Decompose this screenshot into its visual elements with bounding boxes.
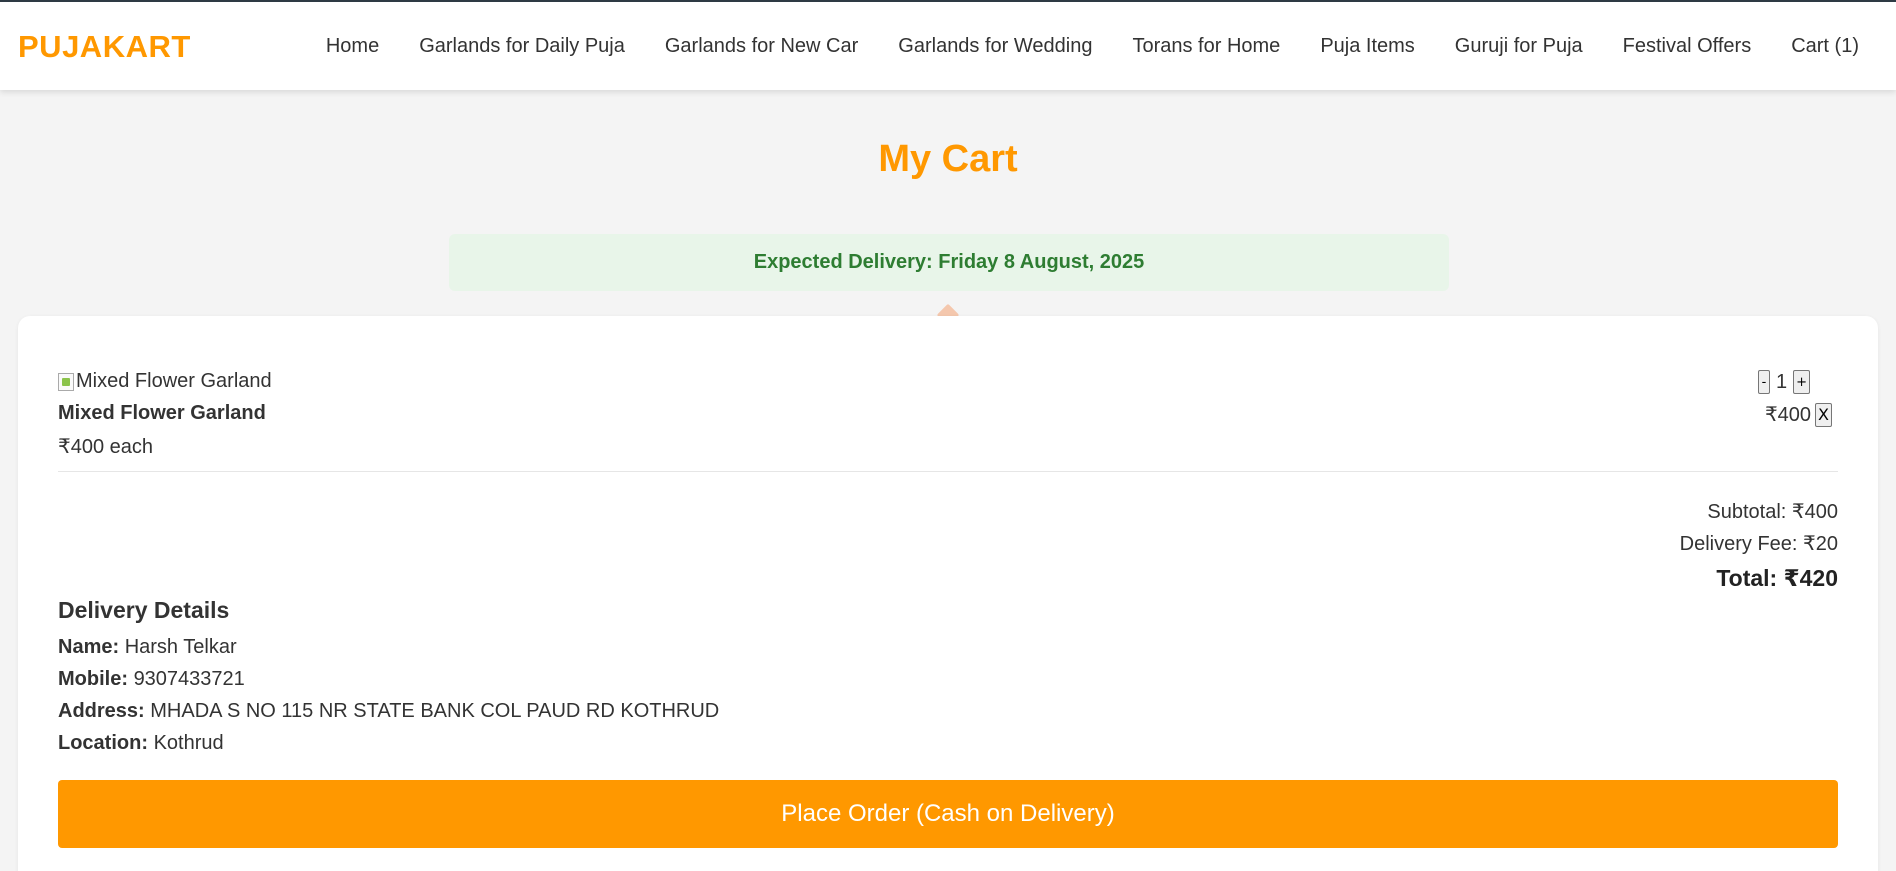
name-value: Harsh Telkar xyxy=(124,636,237,658)
order-total: Total: ₹420 xyxy=(1716,565,1838,591)
broken-image-icon xyxy=(58,372,74,391)
increase-quantity-button[interactable]: + xyxy=(1793,370,1810,394)
quantity-value: 1 xyxy=(1775,370,1788,393)
delivery-details-heading: Delivery Details xyxy=(58,597,230,623)
address-label: Address: xyxy=(58,700,145,722)
delivery-location: Location: Kothrud xyxy=(58,732,224,755)
nav-garlands-wedding[interactable]: Garlands for Wedding xyxy=(898,35,1092,58)
delivery-address: Address: MHADA S NO 115 NR STATE BANK CO… xyxy=(58,700,719,723)
cart-card: Mixed Flower Garland Mixed Flower Garlan… xyxy=(18,316,1878,871)
name-label: Name: xyxy=(58,636,120,658)
delivery-fee: Delivery Fee: ₹20 xyxy=(1679,533,1838,555)
location-value: Kothrud xyxy=(153,732,224,754)
page-title: My Cart xyxy=(878,138,1018,180)
line-total-row: ₹400 X xyxy=(1765,402,1832,427)
decrease-quantity-button[interactable]: - xyxy=(1757,370,1770,394)
mobile-label: Mobile: xyxy=(58,668,128,690)
main-nav: Home Garlands for Daily Puja Garlands fo… xyxy=(286,35,1859,58)
product-name: Mixed Flower Garland xyxy=(58,402,266,424)
order-summary: Subtotal: ₹400 Delivery Fee: ₹20 Total: … xyxy=(1680,496,1838,594)
line-total: ₹400 xyxy=(1764,404,1812,426)
nav-garlands-daily-puja[interactable]: Garlands for Daily Puja xyxy=(419,35,625,58)
product-unit-price: ₹400 each xyxy=(58,436,154,458)
nav-cart[interactable]: Cart (1) xyxy=(1791,35,1859,58)
subtotal: Subtotal: ₹400 xyxy=(1707,501,1838,523)
quantity-stepper: - 1 + xyxy=(1757,370,1810,394)
product-image-alt-text: Mixed Flower Garland xyxy=(76,370,272,392)
top-navbar: PUJAKART Home Garlands for Daily Puja Ga… xyxy=(0,0,1896,90)
nav-guruji-puja[interactable]: Guruji for Puja xyxy=(1455,35,1583,58)
nav-festival-offers[interactable]: Festival Offers xyxy=(1623,35,1752,58)
nav-puja-items[interactable]: Puja Items xyxy=(1320,35,1414,58)
remove-item-button[interactable]: X xyxy=(1815,402,1832,427)
expected-delivery-banner: Expected Delivery: Friday 8 August, 2025 xyxy=(449,234,1449,291)
nav-home[interactable]: Home xyxy=(326,35,379,58)
site-logo[interactable]: PUJAKART xyxy=(18,29,191,65)
address-value: MHADA S NO 115 NR STATE BANK COL PAUD RD… xyxy=(150,700,720,722)
nav-torans-home[interactable]: Torans for Home xyxy=(1132,35,1280,58)
mobile-value: 9307433721 xyxy=(133,668,245,690)
delivery-name: Name: Harsh Telkar xyxy=(58,636,237,659)
delivery-mobile: Mobile: 9307433721 xyxy=(58,668,245,691)
item-divider xyxy=(58,471,1838,472)
product-image: Mixed Flower Garland xyxy=(58,370,272,393)
location-label: Location: xyxy=(58,732,148,754)
nav-garlands-new-car[interactable]: Garlands for New Car xyxy=(665,35,858,58)
place-order-button[interactable]: Place Order (Cash on Delivery) xyxy=(58,780,1838,848)
